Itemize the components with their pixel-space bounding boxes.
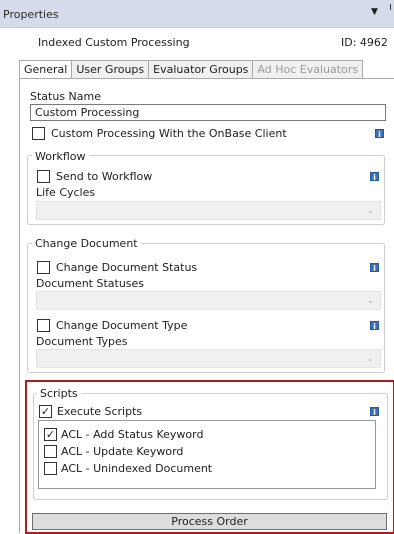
general-tab-panel: Status Name Custom Processing Custom Pro… <box>19 78 394 534</box>
process-header: Indexed Custom Processing ID: 4962 <box>0 28 394 53</box>
checkmark-icon: ✓ <box>40 405 51 418</box>
chevron-down-icon: ⌄ <box>367 354 374 363</box>
status-name-label: Status Name <box>30 90 102 103</box>
status-name-input[interactable]: Custom Processing <box>30 104 386 121</box>
workflow-legend: Workflow <box>32 150 89 163</box>
checkmark-icon: ✓ <box>45 428 56 441</box>
info-icon[interactable]: i <box>370 407 379 417</box>
change-document-status-label: Change Document Status <box>56 261 198 274</box>
process-id: ID: 4962 <box>341 36 388 49</box>
send-to-workflow-label: Send to Workflow <box>56 170 153 183</box>
document-statuses-select: ⌄ <box>36 291 381 310</box>
scripts-legend: Scripts <box>37 387 81 400</box>
process-order-button[interactable]: Process Order <box>32 513 387 530</box>
info-icon[interactable]: i <box>370 172 379 182</box>
tab-general[interactable]: General <box>19 60 73 80</box>
tab-strip: General User Groups Evaluator Groups Ad … <box>19 60 364 80</box>
tab-user-groups[interactable]: User Groups <box>72 60 150 79</box>
properties-titlebar: Properties ▼ <box>0 0 394 28</box>
info-icon[interactable]: i <box>370 321 379 331</box>
change-document-type-checkbox[interactable] <box>37 319 50 332</box>
process-name: Indexed Custom Processing <box>38 36 190 49</box>
life-cycles-label: Life Cycles <box>36 186 96 199</box>
script-item-label[interactable]: ACL - Add Status Keyword <box>61 428 203 441</box>
script-item-label[interactable]: ACL - Unindexed Document <box>61 462 212 475</box>
send-to-workflow-checkbox[interactable] <box>37 170 50 183</box>
script-item-label[interactable]: ACL - Update Keyword <box>61 445 183 458</box>
document-types-label: Document Types <box>36 335 128 348</box>
change-document-type-label: Change Document Type <box>56 319 188 332</box>
tab-ad-hoc-evaluators: Ad Hoc Evaluators <box>253 60 364 79</box>
document-types-select: ⌄ <box>36 349 381 368</box>
onbase-client-checkbox[interactable] <box>32 127 45 140</box>
life-cycles-select: ⌄ <box>36 201 381 220</box>
change-document-legend: Change Document <box>32 237 141 250</box>
document-statuses-label: Document Statuses <box>36 277 145 290</box>
titlebar-edge <box>390 4 391 10</box>
panel-title: Properties <box>3 8 59 21</box>
chevron-down-icon: ⌄ <box>367 206 374 215</box>
execute-scripts-label: Execute Scripts <box>57 405 143 418</box>
scripts-list: ✓ ACL - Add Status Keyword ACL - Update … <box>38 420 376 489</box>
onbase-client-label: Custom Processing With the OnBase Client <box>51 127 287 140</box>
change-document-status-checkbox[interactable] <box>37 261 50 274</box>
script-item-checkbox-unindexed-document[interactable] <box>44 462 57 475</box>
execute-scripts-checkbox[interactable]: ✓ <box>39 405 52 418</box>
info-icon[interactable]: i <box>370 263 379 273</box>
script-item-checkbox-add-status-keyword[interactable]: ✓ <box>44 428 57 441</box>
chevron-down-icon: ⌄ <box>367 296 374 305</box>
tab-evaluator-groups[interactable]: Evaluator Groups <box>149 60 254 79</box>
info-icon[interactable]: i <box>375 129 384 139</box>
chevron-down-icon[interactable]: ▼ <box>371 7 378 17</box>
script-item-checkbox-update-keyword[interactable] <box>44 445 57 458</box>
